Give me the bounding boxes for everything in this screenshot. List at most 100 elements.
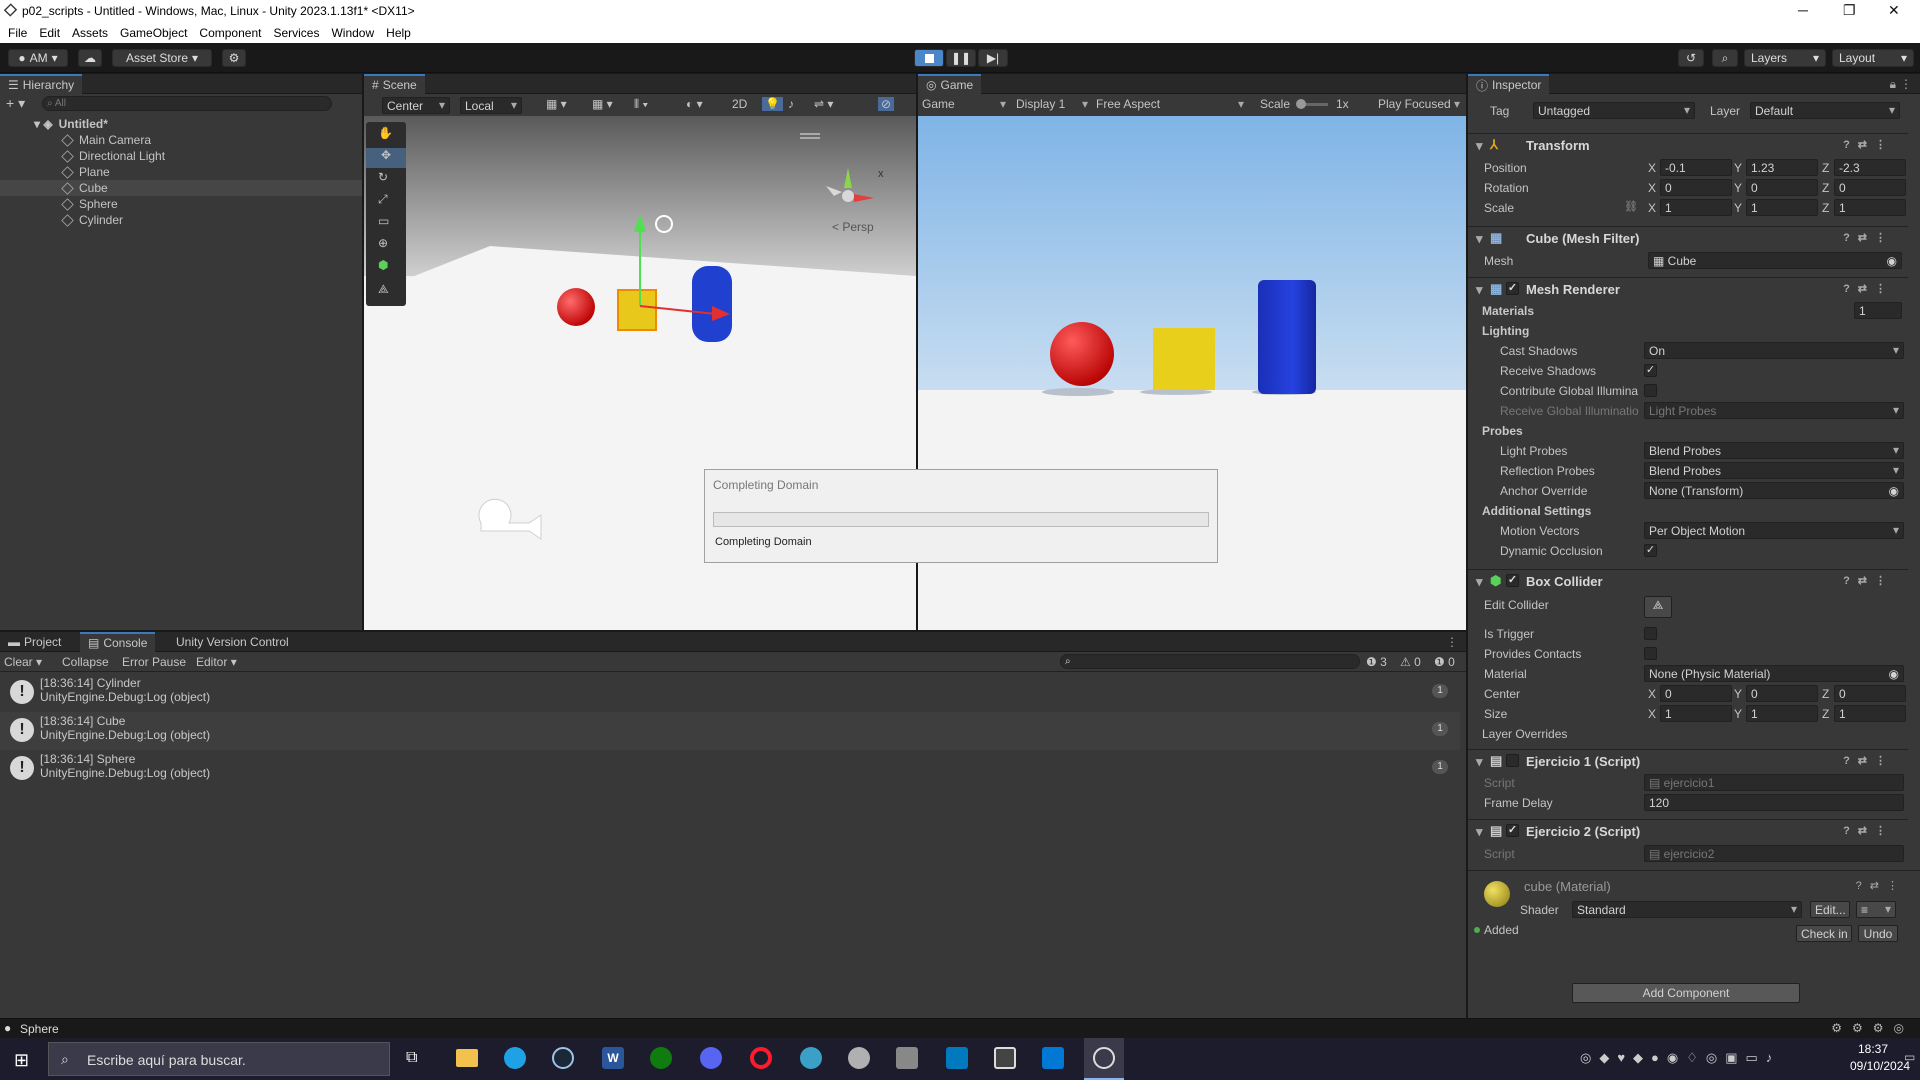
mesh-renderer-enabled-checkbox[interactable]: ✓	[1506, 282, 1519, 295]
script1-enabled-checkbox[interactable]	[1506, 754, 1519, 767]
mesh-field[interactable]: ▦ Cube ◉	[1648, 252, 1902, 269]
foldout-arrow-icon[interactable]: ▾	[1476, 231, 1483, 247]
log-count-toggle[interactable]: ❶ 3	[1366, 655, 1387, 669]
script2-header[interactable]: ▾ ▤ ✓ Ejercicio 2 (Script) ?⇄⋮	[1468, 819, 1908, 841]
layers-dropdown[interactable]: Layers ▾	[1744, 49, 1826, 67]
clock-time[interactable]: 18:37	[1858, 1042, 1888, 1056]
discord-icon[interactable]	[700, 1047, 722, 1069]
scale-tool-icon[interactable]: ⤢	[378, 192, 388, 207]
tab-scene[interactable]: # Scene	[364, 74, 425, 94]
play-button[interactable]	[914, 49, 944, 67]
account-dropdown[interactable]: ● AM ▾	[8, 49, 68, 67]
persp-label[interactable]: < Persp	[832, 220, 874, 234]
lighting-toggle-icon[interactable]: 💡	[762, 97, 783, 111]
pause-button[interactable]: ❚❚	[946, 49, 976, 67]
kebab-icon[interactable]: ⋮	[1446, 635, 1458, 649]
component-header-icons[interactable]: ?⇄⋮	[1843, 754, 1894, 767]
add-object-button[interactable]: + ▾	[6, 95, 25, 112]
scene-sphere[interactable]	[557, 288, 595, 326]
receive-gi-dropdown[interactable]: Light Probes	[1644, 402, 1904, 419]
materials-count-field[interactable]: 1	[1854, 302, 1902, 319]
position-x-field[interactable]: -0.1	[1660, 159, 1732, 176]
mesh-filter-header[interactable]: ▾ ▦ Cube (Mesh Filter) ?⇄⋮	[1468, 226, 1908, 248]
unity-hub-icon[interactable]	[994, 1047, 1016, 1069]
rotation-z-field[interactable]: 0	[1834, 179, 1906, 196]
globe-app-icon[interactable]	[800, 1047, 822, 1069]
taskbar-search-input[interactable]: ⌕ Escribe aquí para buscar.	[48, 1042, 390, 1076]
display-dropdown[interactable]: Display 1	[1016, 97, 1092, 111]
transform-header[interactable]: ▾ ⅄ Transform ?⇄⋮	[1468, 133, 1908, 155]
frame-delay-field[interactable]: 120	[1644, 794, 1904, 811]
console-entry[interactable]: ! [18:36:14] Cube UnityEngine.Debug:Log …	[0, 712, 1460, 750]
menu-help[interactable]: Help	[386, 26, 411, 40]
light-probes-dropdown[interactable]: Blend Probes	[1644, 442, 1904, 459]
tab-hierarchy[interactable]: ☰ Hierarchy	[0, 74, 83, 94]
motion-vectors-dropdown[interactable]: Per Object Motion	[1644, 522, 1904, 539]
anchor-override-field[interactable]: None (Transform) ◉	[1644, 482, 1904, 499]
scene-cylinder[interactable]	[692, 266, 732, 342]
hand-tool-icon[interactable]: ✋	[378, 126, 393, 140]
play-focused-dropdown[interactable]: Play Focused	[1378, 97, 1464, 111]
grid-visibility-icon[interactable]: ▦ ▾	[592, 97, 613, 111]
object-picker-icon[interactable]: ◉	[1889, 667, 1899, 681]
asset-store-button[interactable]: Asset Store ▾	[112, 49, 212, 67]
position-z-field[interactable]: -2.3	[1834, 159, 1906, 176]
scale-y-field[interactable]: 1	[1746, 199, 1818, 216]
visibility-toggle-icon[interactable]: ⊘	[878, 97, 895, 111]
rotation-y-field[interactable]: 0	[1746, 179, 1818, 196]
component-header-icons[interactable]: ?⇄⋮	[1843, 282, 1894, 295]
console-search-input[interactable]: ⌕	[1060, 654, 1360, 669]
layer-overrides-label[interactable]: Layer Overrides	[1482, 727, 1567, 741]
material-list-dropdown[interactable]: ≡	[1856, 901, 1896, 918]
game-mode-dropdown[interactable]: Game	[922, 97, 1010, 111]
reflection-probes-dropdown[interactable]: Blend Probes	[1644, 462, 1904, 479]
settings-button[interactable]: ⚙	[222, 49, 246, 67]
warning-count-toggle[interactable]: ⚠ 0	[1400, 655, 1421, 669]
menu-file[interactable]: File	[8, 26, 27, 40]
task-view-icon[interactable]: ⧉	[406, 1049, 417, 1067]
component-header-icons[interactable]: ?⇄⋮	[1843, 824, 1894, 837]
link-icon[interactable]: ⛓	[1624, 200, 1638, 213]
foldout-arrow-icon[interactable]: ▾	[1476, 574, 1483, 590]
menu-assets[interactable]: Assets	[72, 26, 108, 40]
transform-tool-icon[interactable]: ⊕	[378, 236, 388, 250]
component-header-icons[interactable]: ?⇄⋮	[1843, 231, 1894, 244]
close-button[interactable]: ✕	[1888, 2, 1900, 19]
additional-settings-label[interactable]: Additional Settings	[1482, 504, 1591, 518]
scale-x-field[interactable]: 1	[1660, 199, 1732, 216]
center-y-field[interactable]: 0	[1746, 685, 1818, 702]
component-header-icons[interactable]: ?⇄⋮	[1856, 879, 1906, 892]
position-y-field[interactable]: 1.23	[1746, 159, 1818, 176]
undo-button[interactable]: Undo	[1858, 925, 1898, 942]
tab-game[interactable]: ◎ Game	[918, 74, 982, 94]
xbox-icon[interactable]	[650, 1047, 672, 1069]
collider-material-field[interactable]: None (Physic Material) ◉	[1644, 665, 1904, 682]
history-button[interactable]: ↺	[1678, 49, 1704, 67]
pivot-dropdown[interactable]: Center	[382, 97, 450, 114]
layout-dropdown[interactable]: Layout ▾	[1832, 49, 1914, 67]
is-trigger-checkbox[interactable]	[1644, 627, 1657, 640]
tag-dropdown[interactable]: Untagged	[1533, 102, 1695, 119]
size-x-field[interactable]: 1	[1660, 705, 1732, 722]
dynamic-occlusion-checkbox[interactable]: ✓	[1644, 544, 1657, 557]
center-x-field[interactable]: 0	[1660, 685, 1732, 702]
files-app-icon[interactable]	[896, 1047, 918, 1069]
mode-2d-toggle[interactable]: 2D	[732, 97, 747, 111]
rotate-tool-icon[interactable]: ↻	[378, 170, 388, 184]
status-icons[interactable]: ⚙⚙⚙◎	[1831, 1021, 1914, 1035]
material-preview-icon[interactable]	[1484, 881, 1510, 907]
menu-services[interactable]: Services	[273, 26, 319, 40]
size-z-field[interactable]: 1	[1834, 705, 1906, 722]
lighting-label[interactable]: Lighting	[1482, 324, 1529, 338]
size-y-field[interactable]: 1	[1746, 705, 1818, 722]
cast-shadows-dropdown[interactable]: On	[1644, 342, 1904, 359]
console-entry[interactable]: ! [18:36:14] Cylinder UnityEngine.Debug:…	[0, 674, 1460, 712]
move-tool-icon[interactable]: ✥	[366, 148, 406, 168]
vscode-icon[interactable]	[1042, 1047, 1064, 1069]
foldout-arrow-icon[interactable]: ▾	[1476, 282, 1483, 298]
provides-contacts-checkbox[interactable]	[1644, 647, 1657, 660]
contribute-gi-checkbox[interactable]	[1644, 384, 1657, 397]
clear-button[interactable]: Clear ▾	[4, 655, 42, 669]
tab-inspector[interactable]: ⓘ Inspector	[1468, 74, 1550, 94]
receive-shadows-checkbox[interactable]: ✓	[1644, 364, 1657, 377]
